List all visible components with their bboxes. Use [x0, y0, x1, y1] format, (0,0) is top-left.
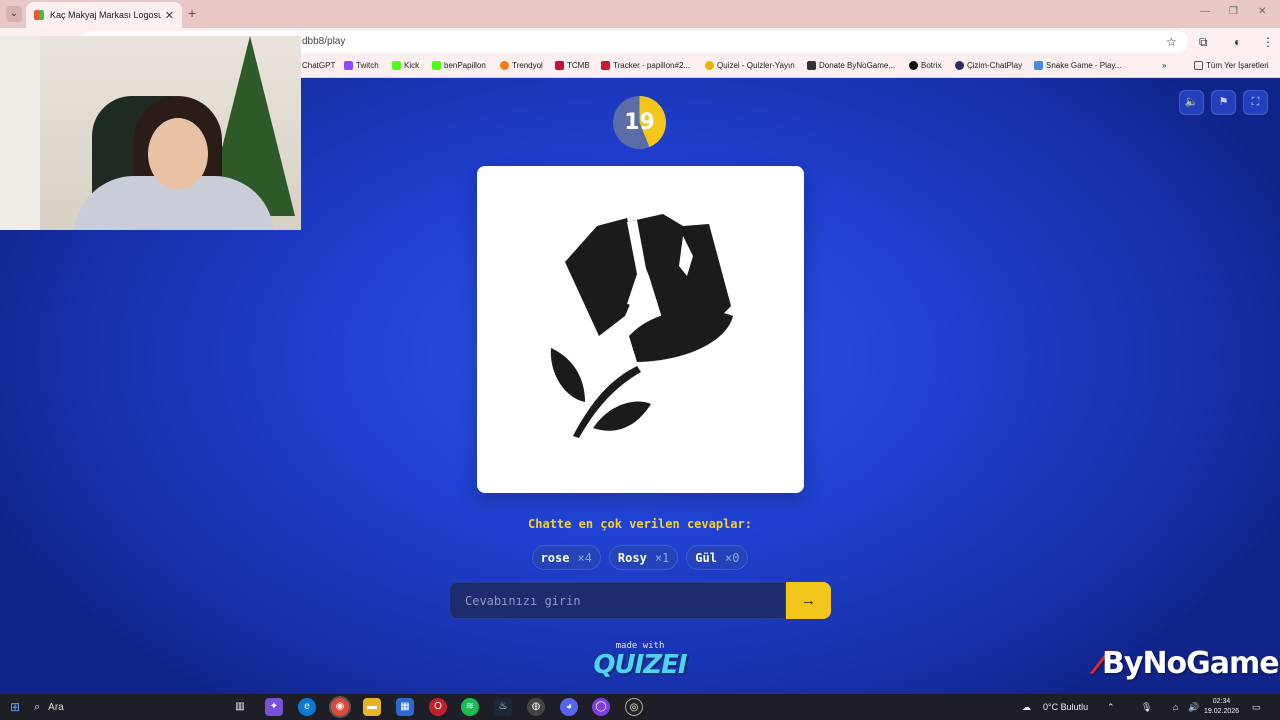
sound-toggle-icon[interactable]: 🔈 — [1179, 90, 1204, 115]
extensions-icon[interactable]: ⧉ — [1199, 35, 1208, 50]
tcmb-icon — [555, 61, 564, 70]
bookmark-item[interactable]: Twitch — [344, 61, 379, 70]
webcam-overlay — [0, 36, 301, 230]
quizei-icon — [705, 61, 714, 70]
browser-tab-strip: ⌄ Kaç Makyaj Markası Logosu Bil ✕ + — ❐ … — [0, 0, 1280, 28]
timer-value: 19 — [624, 110, 655, 135]
top-chat-answers-title: Chatte en çok verilen cevaplar: — [528, 517, 752, 531]
copilot-icon[interactable]: ✦ — [265, 698, 283, 716]
bynogame-icon — [807, 61, 816, 70]
bookmark-item[interactable]: TCMB — [555, 61, 590, 70]
edge-icon[interactable]: e — [298, 698, 316, 716]
top-answers-list: rose ×4 Rosy ×1 Gül ×0 — [0, 545, 1280, 570]
active-tab[interactable]: Kaç Makyaj Markası Logosu Bil ✕ — [26, 2, 182, 28]
volume-icon[interactable]: 🔊 — [1188, 694, 1199, 720]
app-icon[interactable]: ◯ — [592, 698, 610, 716]
more-bookmarks-icon[interactable]: » — [1162, 61, 1166, 70]
microphone-icon[interactable]: 🎙 — [1141, 694, 1152, 720]
fullscreen-icon[interactable]: ⛶ — [1243, 90, 1268, 115]
minimize-icon[interactable]: — — [1200, 6, 1210, 17]
tab-favicon — [34, 10, 44, 20]
kick-icon — [432, 61, 441, 70]
close-window-icon[interactable]: ✕ — [1258, 6, 1266, 17]
restore-icon[interactable]: ❐ — [1229, 6, 1238, 17]
bookmark-item[interactable]: Quizei - Quizler-Yayın — [705, 61, 795, 70]
notifications-icon[interactable]: ▭ — [1252, 694, 1261, 720]
snake-game-icon — [1034, 61, 1043, 70]
folder-icon — [1194, 61, 1203, 70]
answer-count: ×0 — [724, 550, 740, 565]
bookmark-item[interactable]: Botrix — [909, 61, 941, 70]
bookmark-item[interactable]: Çizim-ChatPlay — [955, 61, 1022, 70]
browser-menu-icon[interactable]: ⋮ — [1262, 35, 1274, 49]
profile-icon[interactable]: ◐ — [1234, 35, 1241, 49]
chatplay-icon — [955, 61, 964, 70]
quizei-logo[interactable]: QUIZEI — [0, 650, 1280, 680]
taskbar-search-label: Ara — [48, 701, 64, 713]
tab-search-button[interactable]: ⌄ — [6, 6, 22, 22]
bookmark-item[interactable]: Snake Game - Play... — [1034, 61, 1121, 70]
system-clock[interactable]: 02:34 19.02.2026 — [1204, 697, 1239, 717]
app-icon[interactable]: ◍ — [527, 698, 545, 716]
kick-icon — [392, 61, 401, 70]
weather-text: 0°C Bulutlu — [1043, 702, 1089, 712]
countdown-timer: 19 — [613, 96, 666, 149]
store-icon[interactable]: ▦ — [396, 698, 414, 716]
answer-input-wrapper — [449, 582, 786, 619]
chrome-icon[interactable]: ◉ — [331, 698, 349, 716]
bookmark-item[interactable]: Tracker - papillon#2... — [601, 61, 690, 70]
bookmark-item[interactable]: ChatGPT — [302, 61, 335, 70]
obs-icon[interactable]: ◎ — [625, 698, 643, 716]
answer-text: rose — [540, 550, 570, 565]
opera-icon[interactable]: O — [429, 698, 447, 716]
logo-question-card — [477, 166, 804, 493]
answer-chip: rose ×4 — [531, 545, 601, 570]
streamer-face — [148, 118, 208, 190]
rose-icon — [550, 214, 733, 438]
all-bookmarks-folder[interactable]: Tüm Yer İşaretleri — [1194, 61, 1269, 70]
answer-text: Rosy — [617, 550, 647, 565]
bookmark-item[interactable]: Trendyol — [500, 61, 543, 70]
bookmark-item[interactable]: Donate ByNoGame... — [807, 61, 895, 70]
trendyol-icon — [500, 61, 509, 70]
discord-icon[interactable]: ◕ — [560, 698, 578, 716]
answer-text: Gül — [695, 550, 717, 565]
weather-icon[interactable]: ☁ — [1022, 694, 1031, 720]
submit-answer-button[interactable]: → — [786, 582, 831, 619]
spotify-icon[interactable]: ≋ — [461, 698, 479, 716]
bynogame-watermark: ⁄ByNoGame — [1098, 646, 1280, 681]
network-icon[interactable]: ⌂ — [1173, 694, 1178, 720]
answer-count: ×1 — [654, 550, 670, 565]
bookmark-item[interactable]: benPapillon — [432, 61, 486, 70]
new-tab-button[interactable]: + — [188, 6, 196, 20]
task-view-icon[interactable]: ▥ — [231, 698, 249, 716]
tracker-icon — [601, 61, 610, 70]
url-text: dbb8/play — [302, 36, 346, 47]
search-icon: ⌕ — [34, 700, 41, 713]
bookmark-star-icon[interactable]: ☆ — [1166, 35, 1177, 49]
clock-time: 02:34 — [1212, 698, 1231, 705]
os-taskbar: ⊞ ⌕ Ara ▥ ✦ e ◉ ▬ ▦ O ≋ ♨ ◍ ◕ ◯ ◎ ☁ 0°C … — [0, 694, 1280, 720]
close-tab-icon[interactable]: ✕ — [165, 9, 174, 22]
windows-start-icon[interactable]: ⊞ — [10, 700, 20, 714]
answer-chip: Rosy ×1 — [608, 545, 679, 570]
tray-overflow-icon[interactable]: ⌃ — [1107, 694, 1115, 720]
tab-title: Kaç Makyaj Markası Logosu Bil — [50, 10, 161, 20]
report-flag-icon[interactable]: ⚑ — [1211, 90, 1236, 115]
file-explorer-icon[interactable]: ▬ — [363, 698, 381, 716]
twitch-icon — [344, 61, 353, 70]
clock-date: 19.02.2026 — [1204, 708, 1240, 715]
answer-chip: Gül ×0 — [686, 545, 749, 570]
answer-input[interactable] — [450, 583, 785, 618]
answer-count: ×4 — [577, 550, 592, 565]
taskbar-search[interactable]: ⌕ Ara — [34, 696, 224, 718]
botrix-icon — [909, 61, 918, 70]
bookmark-item[interactable]: Kick — [392, 61, 419, 70]
steam-icon[interactable]: ♨ — [494, 698, 512, 716]
